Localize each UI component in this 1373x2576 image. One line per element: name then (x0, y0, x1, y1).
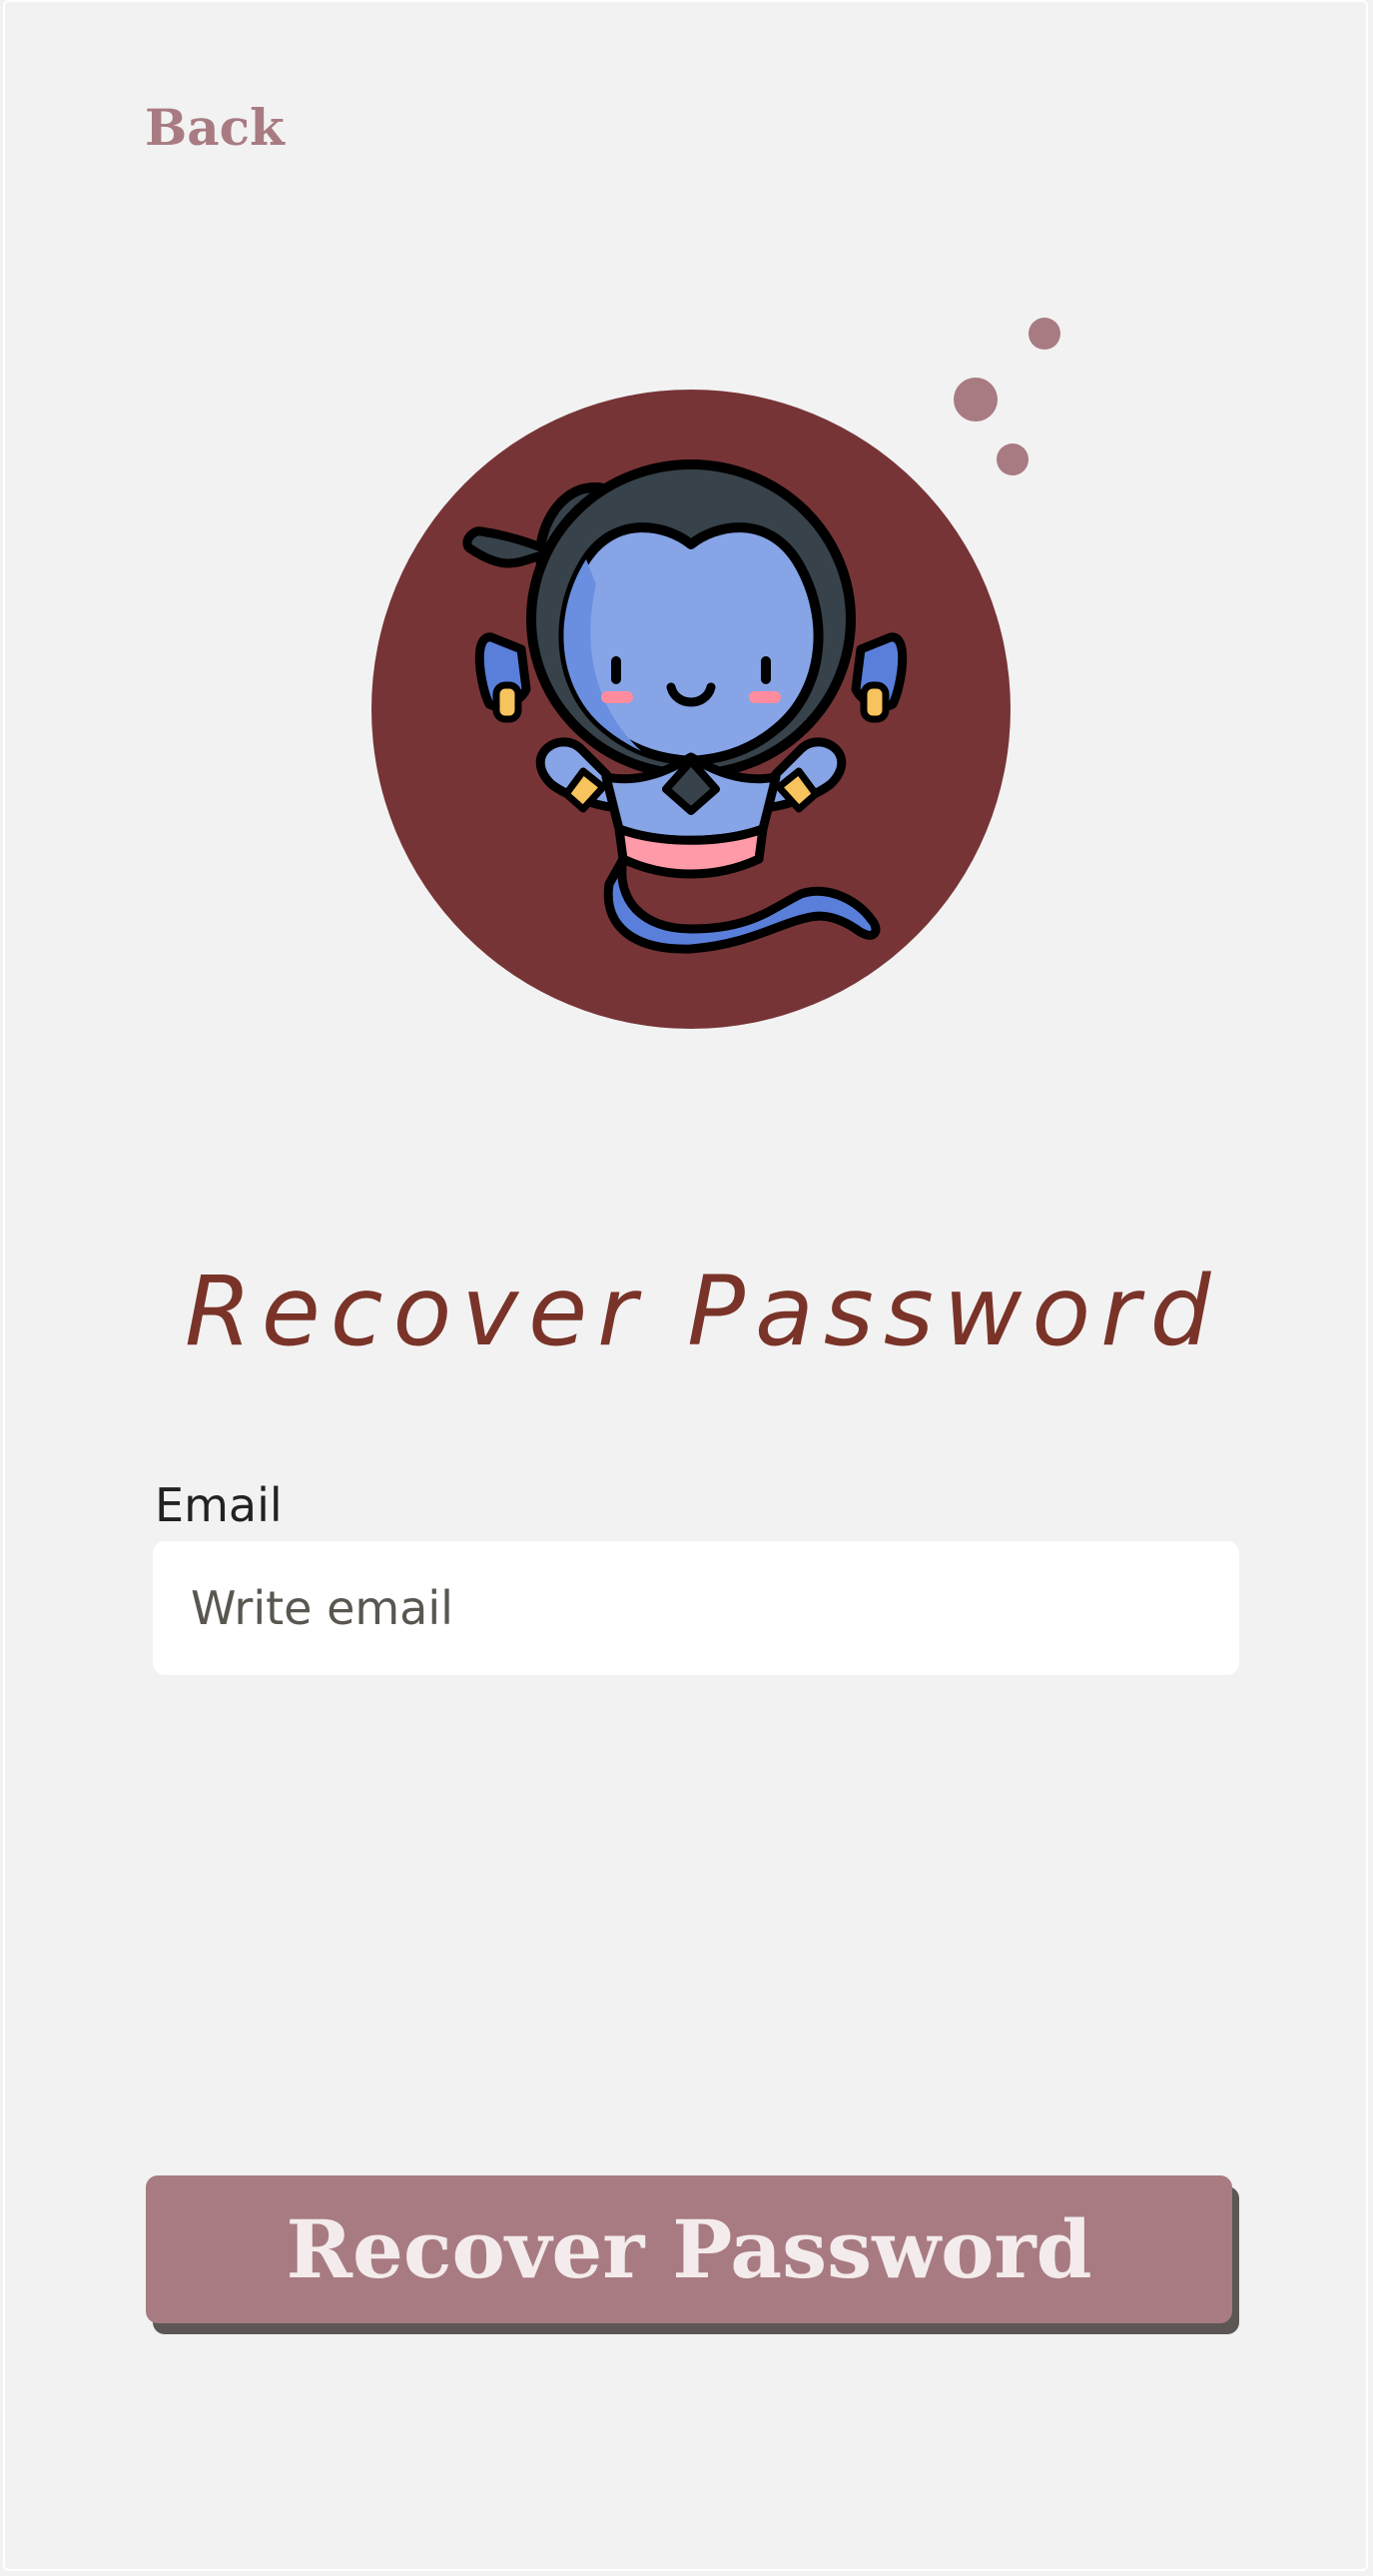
email-label: Email (155, 1478, 283, 1532)
decor-dot (1029, 318, 1060, 350)
genie-icon (462, 459, 908, 954)
recover-password-button[interactable]: Recover Password (146, 2175, 1232, 2323)
app-screen: Back Recover Password Email Write email … (3, 0, 1368, 2571)
avatar (371, 390, 1011, 1029)
back-button[interactable]: Back (145, 98, 285, 157)
page-title: Recover Password (185, 1256, 1221, 1367)
email-field[interactable] (153, 1541, 1239, 1675)
